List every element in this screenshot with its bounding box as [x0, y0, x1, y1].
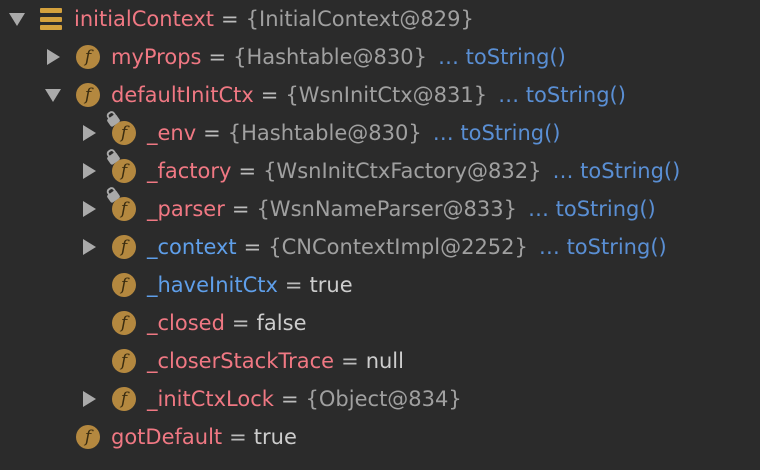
variable-value: {Hashtable@830}	[233, 45, 427, 69]
tree-row-initctxlock[interactable]: f _initCtxLock = {Object@834}	[78, 380, 462, 418]
equals-sign: =	[243, 235, 262, 259]
field-icon-glyph: f	[120, 275, 128, 295]
private-field-icon: f	[106, 151, 136, 183]
tree-row-myprops[interactable]: f myProps = {Hashtable@830} … toString()	[42, 38, 566, 76]
to-string-link[interactable]: … toString()	[539, 235, 667, 259]
tree-row-initialcontext[interactable]: initialContext = {InitialContext@829}	[6, 0, 474, 38]
variable-name: _initCtxLock	[147, 387, 274, 411]
variable-value: {WsnInitCtx@831}	[285, 83, 488, 107]
tree-row-env[interactable]: f _env = {Hashtable@830} … toString()	[78, 113, 561, 152]
variable-value: {WsnNameParser@833}	[256, 197, 517, 221]
variables-tree: initialContext = {InitialContext@829} f …	[0, 0, 760, 470]
variable-name: _env	[147, 121, 197, 145]
equals-sign: =	[203, 121, 221, 145]
field-icon: f	[112, 235, 136, 259]
lock-icon	[106, 113, 121, 128]
to-string-link[interactable]: … toString()	[433, 121, 561, 145]
field-icon-glyph: f	[120, 351, 128, 371]
equals-sign: =	[221, 7, 239, 31]
equals-sign: =	[208, 45, 227, 69]
variable-value: true	[253, 425, 297, 449]
expanded-arrow-icon[interactable]	[42, 84, 64, 106]
variable-name: _factory	[147, 159, 232, 183]
lock-icon	[106, 151, 121, 166]
variable-name: defaultInitCtx	[111, 83, 254, 107]
tree-row-haveinitctx[interactable]: f _haveInitCtx = true	[78, 266, 353, 304]
variable-value: {InitialContext@829}	[245, 7, 474, 31]
variable-value: {CNContextImpl@2252}	[268, 235, 528, 259]
tree-row-gotdefault[interactable]: f gotDefault = true	[42, 418, 297, 456]
static-field-icon	[40, 8, 62, 30]
field-icon: f	[76, 425, 100, 449]
variable-name: initialContext	[74, 7, 215, 31]
variable-name: gotDefault	[111, 425, 223, 449]
collapsed-arrow-icon[interactable]	[78, 198, 100, 220]
tree-row-context[interactable]: f _context = {CNContextImpl@2252} … toSt…	[78, 228, 667, 266]
equals-sign: =	[238, 159, 257, 183]
variable-name: _haveInitCtx	[147, 273, 278, 297]
field-icon: f	[76, 83, 100, 107]
equals-sign: =	[260, 83, 279, 107]
equals-sign: =	[341, 349, 359, 373]
field-icon: f	[112, 349, 136, 373]
tree-row-closerstacktrace[interactable]: f _closerStackTrace = null	[78, 342, 404, 380]
tree-row-closed[interactable]: f _closed = false	[78, 304, 307, 342]
field-icon-glyph: f	[120, 161, 128, 181]
tree-row-parser[interactable]: f _parser = {WsnNameParser@833} … toStri…	[78, 189, 656, 228]
collapsed-arrow-icon[interactable]	[78, 122, 100, 144]
field-icon: f	[112, 311, 136, 335]
field-icon-glyph: f	[120, 199, 128, 219]
tree-row-factory[interactable]: f _factory = {WsnInitCtxFactory@832} … t…	[78, 151, 681, 190]
variable-value: false	[256, 311, 307, 335]
variable-name: _context	[147, 235, 237, 259]
variable-name: _closerStackTrace	[147, 349, 335, 373]
tree-row-defaultinitctx[interactable]: f defaultInitCtx = {WsnInitCtx@831} … to…	[42, 76, 626, 114]
to-string-link[interactable]: … toString()	[553, 159, 681, 183]
to-string-link[interactable]: … toString()	[438, 45, 566, 69]
variable-name: myProps	[111, 45, 202, 69]
private-field-icon: f	[106, 113, 136, 145]
variable-value: {Hashtable@830}	[227, 121, 422, 145]
field-icon: f	[112, 273, 136, 297]
variable-name: _closed	[147, 311, 225, 335]
expanded-arrow-icon[interactable]	[6, 8, 28, 30]
field-icon-glyph: f	[84, 427, 92, 447]
collapsed-arrow-icon[interactable]	[78, 160, 100, 182]
collapsed-arrow-icon[interactable]	[42, 46, 64, 68]
to-string-link[interactable]: … toString()	[528, 197, 656, 221]
collapsed-arrow-icon[interactable]	[78, 388, 100, 410]
private-field-icon: f	[106, 189, 136, 221]
equals-sign: =	[231, 311, 250, 335]
equals-sign: =	[229, 425, 247, 449]
field-icon: f	[76, 45, 100, 69]
field-icon: f	[112, 387, 136, 411]
variable-value: {WsnInitCtxFactory@832}	[263, 159, 542, 183]
variable-value: null	[365, 349, 404, 373]
variable-name: _parser	[147, 197, 225, 221]
field-icon-glyph: f	[84, 85, 92, 105]
field-icon-glyph: f	[120, 123, 128, 143]
field-icon-glyph: f	[84, 47, 92, 67]
to-string-link[interactable]: … toString()	[498, 83, 626, 107]
variable-value: true	[309, 273, 353, 297]
equals-sign: =	[231, 197, 250, 221]
collapsed-arrow-icon[interactable]	[78, 236, 100, 258]
field-icon-glyph: f	[120, 237, 128, 257]
lock-icon	[106, 189, 121, 204]
equals-sign: =	[284, 273, 303, 297]
variable-value: {Object@834}	[305, 387, 462, 411]
equals-sign: =	[280, 387, 299, 411]
field-icon-glyph: f	[120, 313, 128, 333]
field-icon-glyph: f	[120, 389, 128, 409]
